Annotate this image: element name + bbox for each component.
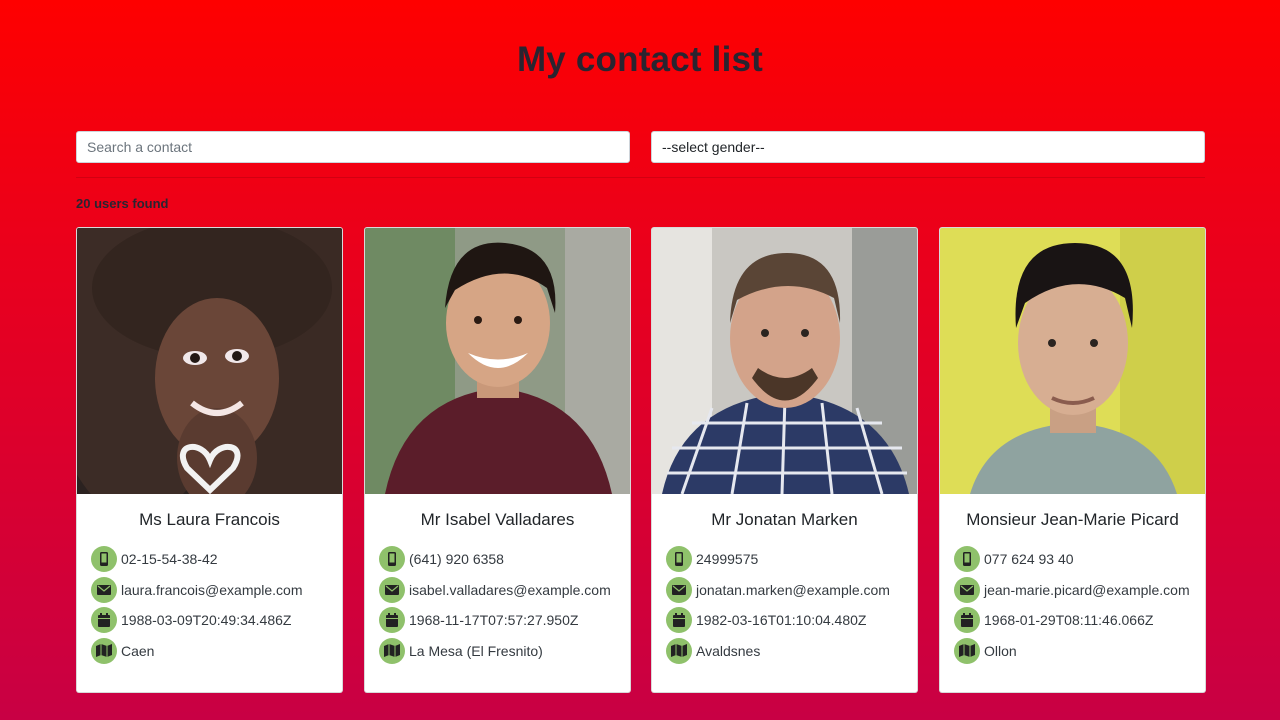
calendar-icon: [379, 607, 405, 633]
envelope-icon: [666, 576, 692, 603]
contact-dob: 1988-03-09T20:49:34.486Z: [121, 612, 292, 628]
contact-email: jonatan.marken@example.com: [696, 581, 890, 598]
contact-email-row: jean-marie.picard@example.com: [954, 576, 1205, 603]
contact-location-row: Caen: [91, 637, 342, 664]
contact-dob-row: 1982-03-16T01:10:04.480Z: [666, 607, 917, 633]
contact-phone-row: (641) 920 6358: [379, 546, 630, 572]
contact-email: laura.francois@example.com: [121, 581, 303, 598]
page-title: My contact list: [516, 40, 764, 79]
contact-dob-row: 1968-01-29T08:11:46.066Z: [954, 607, 1205, 633]
contact-card[interactable]: Monsieur Jean-Marie Picard 077 624 93 40…: [939, 227, 1206, 693]
mobile-phone-icon: [91, 546, 117, 572]
contact-location: Ollon: [984, 642, 1017, 659]
contact-phone-row: 02-15-54-38-42: [91, 546, 342, 572]
contact-photo: [652, 228, 917, 494]
contact-location: Caen: [121, 642, 155, 659]
contact-email-row: jonatan.marken@example.com: [666, 576, 917, 603]
contact-photo: [77, 228, 342, 494]
contact-photo: [940, 228, 1205, 494]
contact-dob: 1982-03-16T01:10:04.480Z: [696, 612, 867, 628]
contact-phone: 077 624 93 40: [984, 551, 1074, 567]
contact-name: Ms Laura Francois: [139, 510, 280, 529]
results-count: 20 users found: [76, 196, 169, 211]
map-icon: [954, 637, 980, 664]
contact-photo: [365, 228, 630, 494]
contact-card[interactable]: Mr Isabel Valladares (641) 920 6358 isab…: [364, 227, 631, 693]
map-icon: [379, 637, 405, 664]
contact-dob: 1968-01-29T08:11:46.066Z: [984, 612, 1154, 628]
calendar-icon: [954, 607, 980, 633]
contact-dob-row: 1988-03-09T20:49:34.486Z: [91, 607, 342, 633]
contact-cards: Ms Laura Francois 02-15-54-38-42 laura.f…: [76, 227, 1206, 693]
contact-card[interactable]: Mr Jonatan Marken 24999575 jonatan.marke…: [651, 227, 918, 693]
contact-phone: (641) 920 6358: [409, 551, 504, 567]
calendar-icon: [666, 607, 692, 633]
contact-phone-row: 077 624 93 40: [954, 546, 1205, 572]
filters-bar: --select gender--: [76, 131, 1205, 163]
contact-email: isabel.valladares@example.com: [409, 581, 611, 598]
contact-phone-row: 24999575: [666, 546, 917, 572]
contact-email-row: isabel.valladares@example.com: [379, 576, 630, 603]
contact-name: Mr Jonatan Marken: [711, 510, 858, 529]
envelope-icon: [954, 576, 980, 603]
mobile-phone-icon: [379, 546, 405, 572]
map-icon: [91, 637, 117, 664]
contact-phone: 24999575: [696, 551, 759, 567]
contact-location-row: Ollon: [954, 637, 1205, 664]
contact-location: Avaldsnes: [696, 642, 761, 659]
contact-email-row: laura.francois@example.com: [91, 576, 342, 603]
mobile-phone-icon: [666, 546, 692, 572]
contact-card[interactable]: Ms Laura Francois 02-15-54-38-42 laura.f…: [76, 227, 343, 693]
envelope-icon: [91, 576, 117, 603]
map-icon: [666, 637, 692, 664]
contact-phone: 02-15-54-38-42: [121, 551, 218, 567]
contact-location-row: La Mesa (El Fresnito): [379, 637, 630, 664]
envelope-icon: [379, 576, 405, 603]
contact-dob-row: 1968-11-17T07:57:27.950Z: [379, 607, 630, 633]
contact-name: Mr Isabel Valladares: [420, 510, 575, 529]
contact-location: La Mesa (El Fresnito): [409, 642, 543, 659]
divider: [76, 177, 1205, 178]
mobile-phone-icon: [954, 546, 980, 572]
contact-location-row: Avaldsnes: [666, 637, 917, 664]
contact-email: jean-marie.picard@example.com: [984, 581, 1190, 598]
gender-select[interactable]: --select gender--: [651, 131, 1205, 163]
search-input[interactable]: [76, 131, 630, 163]
contact-dob: 1968-11-17T07:57:27.950Z: [409, 612, 579, 628]
calendar-icon: [91, 607, 117, 633]
contact-name: Monsieur Jean-Marie Picard: [966, 510, 1179, 529]
